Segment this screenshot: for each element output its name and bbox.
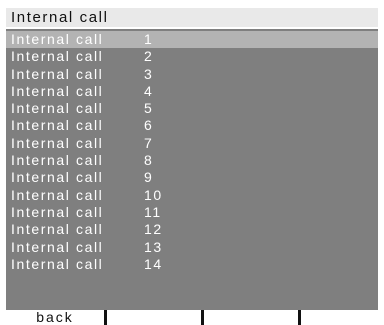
list-item-label: Internal call	[11, 48, 104, 65]
list-item-number: 1	[144, 31, 154, 47]
list-item-label: Internal call	[11, 255, 104, 272]
list-item-number: 5	[144, 100, 154, 117]
list-item-label: Internal call	[11, 100, 104, 117]
list-item-label: Internal call	[11, 238, 104, 255]
list-item[interactable]: Internal call 13	[6, 239, 378, 256]
list-item-label: Internal call	[11, 117, 104, 134]
list-item[interactable]: Internal call 14	[6, 256, 378, 273]
list-item-label: Internal call	[11, 221, 104, 238]
list-item-label: Internal call	[11, 82, 104, 99]
list-item[interactable]: Internal call 6	[6, 117, 378, 134]
list-item-number: 4	[144, 82, 154, 99]
list-item-number: 7	[144, 134, 154, 151]
list-item-number: 9	[144, 169, 154, 186]
list-item[interactable]: Internal call 1	[6, 31, 378, 49]
list-item-number: 11	[144, 203, 162, 220]
internal-call-list: Internal call 1 Internal call 2 Internal c…	[6, 31, 378, 273]
list-item-label: Internal call	[11, 134, 104, 151]
list-item-number: 10	[144, 186, 163, 203]
back-softkey[interactable]: back	[6, 310, 104, 325]
list-item[interactable]: Internal call 9	[6, 169, 378, 186]
screen-title: Internal call	[6, 8, 378, 27]
list-item-number: 8	[144, 152, 154, 169]
title-separator	[6, 27, 378, 29]
list-item-number: 6	[144, 117, 154, 134]
softkey-2[interactable]	[104, 310, 201, 325]
list-item-label: Internal call	[11, 169, 104, 186]
softkey-bar: back	[6, 310, 378, 325]
list-item[interactable]: Internal call 4	[6, 83, 378, 100]
list-item-number: 3	[144, 65, 154, 82]
list-item[interactable]: Internal call 12	[6, 221, 378, 238]
list-item-number: 13	[144, 238, 163, 255]
list-item-label: Internal call	[11, 203, 104, 220]
list-item-number: 14	[144, 255, 163, 272]
list-item-label: Internal call	[11, 31, 104, 47]
list-item-label: Internal call	[11, 65, 104, 82]
list-item-number: 2	[144, 48, 154, 65]
list-item[interactable]: Internal call 8	[6, 152, 378, 169]
softkey-3[interactable]	[201, 310, 298, 325]
phone-display: Internal call Internal call 1 Internal ca…	[6, 8, 378, 325]
list-item[interactable]: Internal call 5	[6, 100, 378, 117]
list-item[interactable]: Internal call 3	[6, 66, 378, 83]
softkey-4[interactable]	[298, 310, 378, 325]
list-item[interactable]: Internal call 11	[6, 204, 378, 221]
list-item[interactable]: Internal call 2	[6, 48, 378, 65]
list-item-number: 12	[144, 221, 163, 238]
list-item[interactable]: Internal call 10	[6, 187, 378, 204]
list-item-label: Internal call	[11, 152, 104, 169]
list-item-label: Internal call	[11, 186, 104, 203]
list-item[interactable]: Internal call 7	[6, 135, 378, 152]
